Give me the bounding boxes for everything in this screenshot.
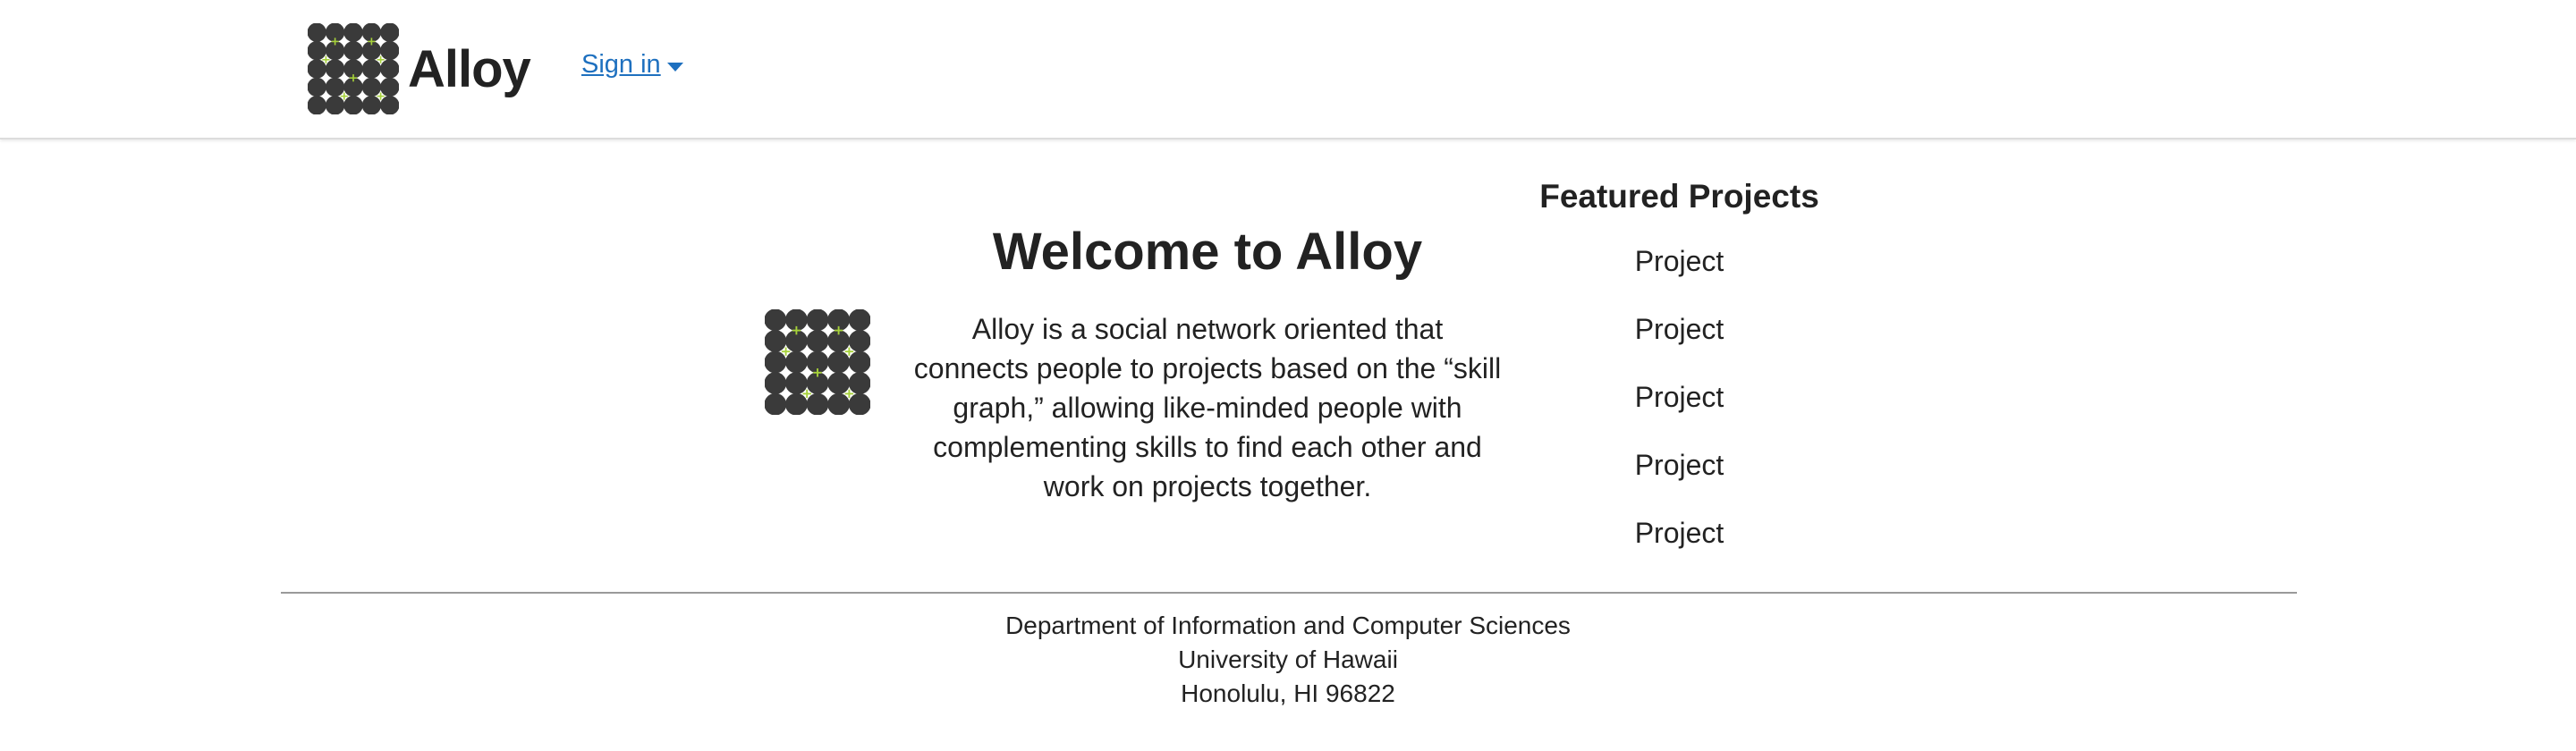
featured-project-item[interactable]: Project <box>1467 295 1892 363</box>
footer-department: Department of Information and Computer S… <box>1005 612 1571 639</box>
alloy-hero-logo-icon <box>765 309 870 415</box>
featured-project-item[interactable]: Project <box>1467 499 1892 567</box>
sign-in-dropdown[interactable]: Sign in <box>581 50 683 80</box>
intro-description: Alloy is a social network oriented that … <box>913 313 1502 502</box>
footer-address: Honolulu, HI 96822 <box>1181 679 1395 707</box>
featured-project-item[interactable]: Project <box>1467 227 1892 295</box>
alloy-logo-icon <box>308 23 399 114</box>
featured-projects-panel: Featured Projects Project Project Projec… <box>1467 175 1892 567</box>
sign-in-label: Sign in <box>581 50 661 79</box>
footer-divider <box>281 592 2297 594</box>
footer-university: University of Hawaii <box>1178 646 1398 673</box>
featured-project-item[interactable]: Project <box>1467 431 1892 499</box>
brand-name: Alloy <box>408 39 531 98</box>
featured-projects-list: Project Project Project Project Project <box>1467 227 1892 567</box>
page-title: Welcome to Alloy <box>992 223 1423 281</box>
footer: Department of Information and Computer S… <box>0 609 2576 711</box>
featured-projects-heading: Featured Projects <box>1539 178 1819 215</box>
brand-home-link[interactable]: Alloy <box>308 23 531 114</box>
top-navbar: Alloy Sign in <box>0 0 2576 139</box>
caret-down-icon <box>666 62 683 72</box>
featured-project-item[interactable]: Project <box>1467 363 1892 431</box>
